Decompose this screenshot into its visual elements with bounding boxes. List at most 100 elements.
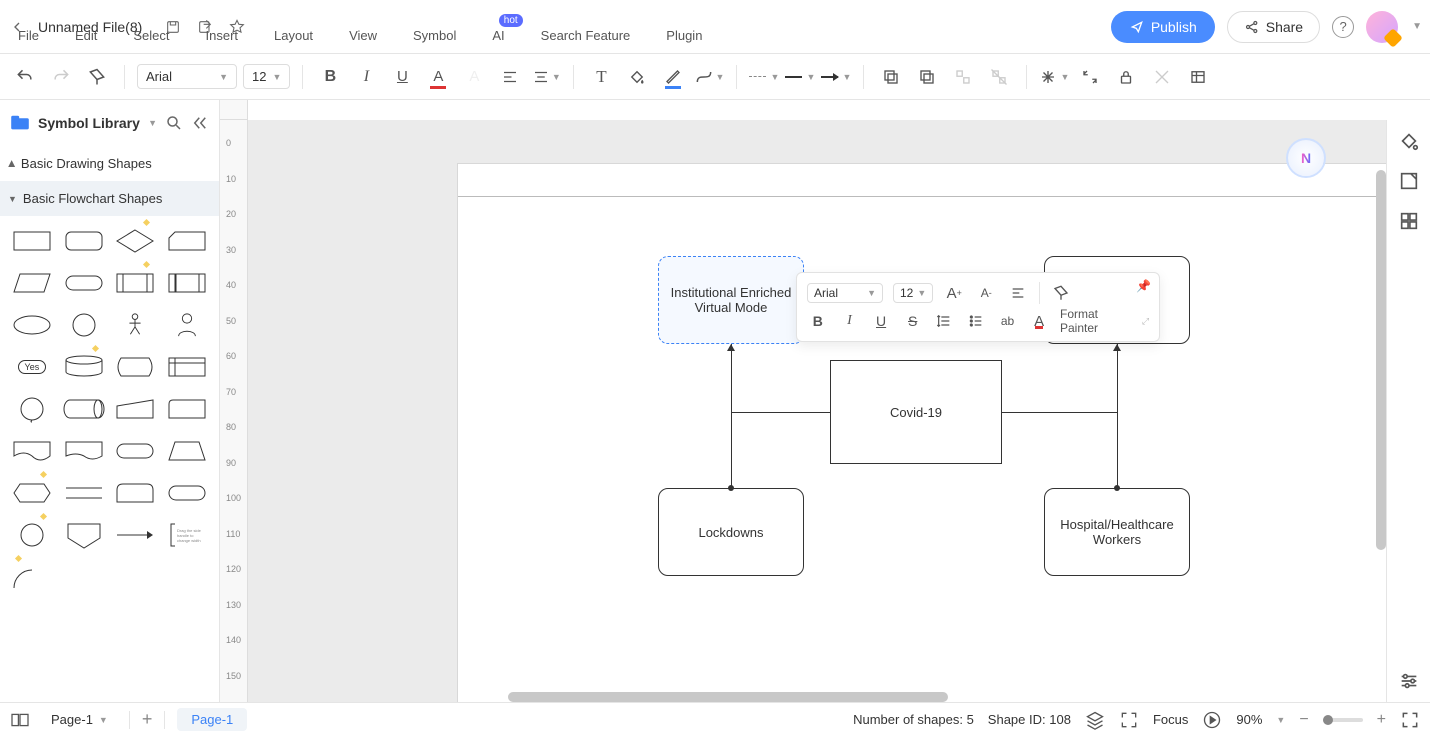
shape-hexagon[interactable] [10,476,54,510]
pages-icon[interactable] [10,712,30,728]
publish-button[interactable]: Publish [1111,11,1215,43]
arrow-style-icon[interactable]: ▼ [821,62,851,92]
page-dropdown[interactable]: Page-1▼ [42,709,117,730]
ungroup-icon[interactable] [984,62,1014,92]
decrease-font-icon[interactable]: A- [975,282,997,304]
connector-icon[interactable]: ▼ [694,62,724,92]
shape-parallel-lines[interactable] [62,476,106,510]
font-size-select[interactable]: 12▼ [243,64,290,89]
menu-edit[interactable]: Edit [75,28,97,43]
group-icon[interactable] [948,62,978,92]
ai-assistant-icon[interactable]: N [1286,138,1326,178]
settings-icon[interactable] [1398,670,1420,692]
line-weight-icon[interactable]: ▼ [785,62,815,92]
zoom-value[interactable]: 90% [1236,712,1262,727]
shape-internal-storage[interactable] [165,350,209,384]
collapse-sidebar-icon[interactable] [191,114,209,132]
text-tool-icon[interactable]: T [586,62,616,92]
italic-icon[interactable]: I [351,62,381,92]
zoom-slider[interactable] [1323,718,1363,722]
front-icon[interactable] [876,62,906,92]
fill-icon[interactable] [622,62,652,92]
lock-icon[interactable] [1111,62,1141,92]
shape-actor[interactable] [114,308,158,342]
node-covid[interactable]: Covid-19 [830,360,1002,464]
apps-icon[interactable] [1398,210,1420,232]
shape-trapezoid[interactable] [165,434,209,468]
menu-file[interactable]: File [18,28,39,43]
menu-view[interactable]: View [349,28,377,43]
fit-icon[interactable] [1119,710,1139,730]
distribute-icon[interactable]: ▼ [1039,62,1069,92]
menu-plugin[interactable]: Plugin [666,28,702,43]
format-painter-icon[interactable] [82,62,112,92]
menu-layout[interactable]: Layout [274,28,313,43]
shape-display[interactable] [114,350,158,384]
properties-icon[interactable] [1398,170,1420,192]
shape-diamond[interactable] [114,224,158,258]
tools-icon[interactable] [1147,62,1177,92]
font-color-icon[interactable]: A [423,62,453,92]
floating-format-bar[interactable]: 📌 Arial▼ 12▼ A+ A- B I U S [796,272,1160,342]
table-icon[interactable] [1183,62,1213,92]
share-button[interactable]: Share [1227,11,1320,43]
zoom-caret[interactable]: ▼ [1276,715,1285,725]
float-size-select[interactable]: 12▼ [893,283,933,303]
shape-parallelogram[interactable] [10,266,54,300]
back-icon[interactable] [912,62,942,92]
shape-rounded-top[interactable] [114,476,158,510]
shape-direct-data[interactable] [62,392,106,426]
line-color-icon[interactable] [658,62,688,92]
float-italic-icon[interactable]: I [839,310,861,332]
float-bullets-icon[interactable] [965,310,987,332]
search-icon[interactable] [165,114,183,132]
float-line-spacing-icon[interactable] [934,310,956,332]
add-page-icon[interactable]: + [142,709,153,730]
fullscreen-icon[interactable] [1400,710,1420,730]
avatar-menu-caret[interactable]: ▼ [1412,21,1422,32]
shape-user[interactable] [165,308,209,342]
undo-icon[interactable] [10,62,40,92]
scrollbar-horizontal[interactable] [508,692,948,702]
shape-stadium[interactable] [62,266,106,300]
node-lockdowns[interactable]: Lockdowns [658,488,804,576]
float-align-icon[interactable] [1007,282,1029,304]
menu-select[interactable]: Select [133,28,169,43]
shape-circle[interactable] [62,308,106,342]
shape-pill[interactable] [165,476,209,510]
shape-ellipse[interactable] [10,308,54,342]
float-underline-icon[interactable]: U [870,310,892,332]
shape-card[interactable] [165,224,209,258]
zoom-out-icon[interactable]: − [1299,711,1308,729]
shape-terminator[interactable] [114,434,158,468]
float-format-painter-icon[interactable] [1050,282,1072,304]
shape-card2[interactable] [165,392,209,426]
line-style-icon[interactable]: ▼ [749,62,779,92]
shape-rectangle[interactable] [10,224,54,258]
align-v-icon[interactable]: ▼ [531,62,561,92]
shape-subprocess2[interactable] [165,266,209,300]
float-case-icon[interactable]: ab [997,310,1019,332]
menu-symbol[interactable]: Symbol [413,28,456,43]
play-icon[interactable] [1202,710,1222,730]
increase-font-icon[interactable]: A+ [943,282,965,304]
scrollbar-vertical[interactable] [1376,170,1386,550]
zoom-in-icon[interactable]: + [1377,711,1386,729]
shape-annotation[interactable]: Drag the sidehandle tochange width [165,518,209,552]
float-font-color-icon[interactable]: A [1028,310,1050,332]
shape-arrow-connector[interactable] [114,518,158,552]
category-basic-drawing[interactable]: ▶Basic Drawing Shapes [0,146,219,181]
shape-connector-circle[interactable] [10,392,54,426]
shape-document[interactable] [10,434,54,468]
float-strike-icon[interactable]: S [902,310,924,332]
float-bold-icon[interactable]: B [807,310,829,332]
shape-arc[interactable] [10,560,54,594]
same-size-icon[interactable] [1075,62,1105,92]
shape-manual-input[interactable] [114,392,158,426]
node-institutional[interactable]: Institutional Enriched Virtual Mode [658,256,804,344]
canvas[interactable]: Institutional Enriched Virtual Mode Pers… [248,120,1386,702]
page[interactable]: Institutional Enriched Virtual Mode Pers… [458,164,1386,702]
shape-database[interactable] [62,350,106,384]
shape-circle2[interactable] [10,518,54,552]
shape-yes-pill[interactable]: Yes [10,350,54,384]
